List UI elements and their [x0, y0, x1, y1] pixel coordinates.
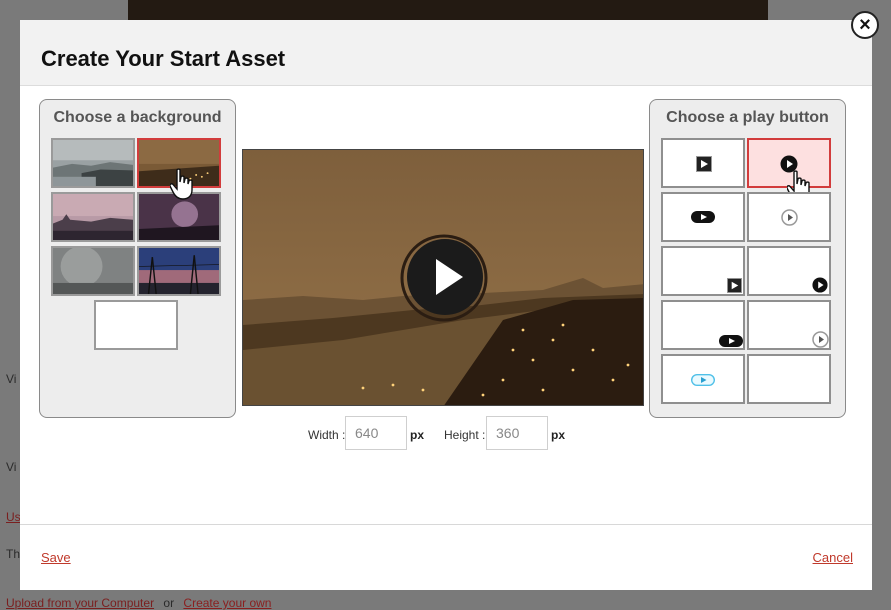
hand-cursor-icon [170, 168, 193, 200]
background-thumb-gray-storm[interactable] [51, 246, 135, 296]
or-text: or [163, 596, 175, 610]
background-thumb-dusk-city[interactable] [51, 192, 135, 242]
purple-lightning-image [139, 194, 219, 240]
width-label: Width : [308, 428, 346, 442]
play-option-circle-center[interactable] [747, 138, 831, 202]
background-thumb-foggy-river[interactable] [51, 138, 135, 188]
background-chooser-title: Choose a background [53, 109, 222, 126]
modal-footer: Save Cancel [20, 524, 872, 590]
blue-pill-play-icon [691, 374, 715, 386]
play-option-square-center[interactable] [661, 138, 745, 188]
background-label-1: Vi [6, 372, 17, 386]
background-video-strip [128, 0, 768, 22]
play-option-pill-center[interactable] [661, 192, 745, 242]
create-your-own-link: Create your own [183, 596, 272, 610]
background-chooser-panel: Choose a background [39, 99, 236, 418]
height-unit: px [551, 428, 566, 442]
height-input[interactable] [486, 416, 548, 450]
upload-from-computer-link: Upload from your Computer [6, 596, 155, 610]
play-option-outline-circle-corner[interactable] [747, 300, 831, 350]
play-option-outline-circle-center[interactable] [747, 192, 831, 242]
background-thumb-blank[interactable] [94, 300, 178, 350]
play-button-chooser-title: Choose a play button [666, 109, 829, 126]
save-link[interactable]: Save [41, 550, 71, 565]
modal-title: Create Your Start Asset [41, 46, 286, 71]
play-option-pill-corner[interactable] [661, 300, 745, 350]
pill-play-icon [719, 335, 743, 347]
play-option-blue-pill-center[interactable] [661, 354, 745, 404]
dimensions-row: Width : px Height : px [308, 416, 608, 450]
square-play-icon [727, 278, 742, 293]
background-upload-row: Upload from your Computer or Create your… [6, 596, 271, 610]
power-lines-image [139, 248, 219, 294]
outline-circle-play-icon [781, 209, 798, 226]
modal-header: Create Your Start Asset [20, 20, 872, 86]
background-us-link: Us [6, 510, 21, 524]
outline-circle-play-icon [812, 331, 829, 348]
foggy-river-image [53, 140, 133, 186]
background-label-3: Th [6, 547, 21, 561]
play-option-none[interactable] [747, 354, 831, 404]
square-play-icon [696, 156, 712, 172]
play-button-chooser-panel: Choose a play button [649, 99, 846, 418]
height-label: Height : [444, 428, 486, 442]
pill-play-icon [691, 211, 715, 223]
circle-play-icon [812, 277, 828, 293]
play-option-circle-corner[interactable] [747, 246, 831, 296]
play-triangle-icon [436, 259, 463, 295]
preview-frame [242, 149, 644, 406]
gray-storm-image [53, 248, 133, 294]
preview-play-button[interactable] [407, 239, 483, 315]
background-thumb-power-lines[interactable] [137, 246, 221, 296]
width-unit: px [410, 428, 425, 442]
width-input[interactable] [345, 416, 407, 450]
cancel-link[interactable]: Cancel [813, 550, 853, 565]
play-option-square-corner[interactable] [661, 246, 745, 296]
create-start-asset-modal: Create Your Start Asset Choose a backgro… [20, 20, 872, 590]
background-label-2: Vi [6, 460, 17, 474]
close-icon[interactable]: × [851, 11, 879, 39]
dusk-city-image [53, 194, 133, 240]
